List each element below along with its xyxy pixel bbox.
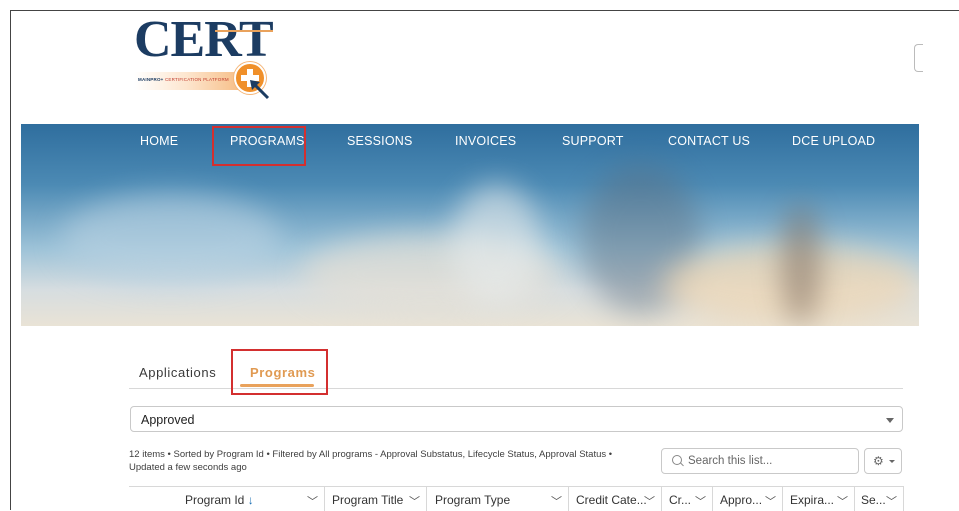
- chevron-down-icon[interactable]: ﹀: [409, 493, 420, 509]
- list-info: 12 items • Sorted by Program Id • Filter…: [129, 448, 649, 474]
- search-icon: [672, 455, 682, 465]
- status-filter-value: Approved: [141, 413, 195, 427]
- hero-banner: HOME PROGRAMS SESSIONS INVOICES SUPPORT …: [21, 124, 919, 326]
- column-label: Program Id ↓: [185, 493, 254, 507]
- column-label: Program Type: [435, 493, 511, 507]
- chevron-down-icon[interactable]: ﹀: [886, 493, 897, 509]
- column-label: Appro...: [720, 493, 763, 507]
- list-info-updated: Updated a few seconds ago: [129, 462, 247, 473]
- list-settings-button[interactable]: ⚙: [864, 448, 902, 474]
- nav-active-underline: [215, 30, 273, 32]
- highlight-box-tab-programs: [231, 349, 328, 395]
- tab-applications[interactable]: Applications: [139, 365, 216, 380]
- cursor-arrow-icon: [250, 80, 270, 100]
- cert-logo[interactable]: CERT MAINPRO+ CERTIFICATION PLATFORM: [134, 14, 274, 100]
- search-placeholder: Search this list...: [688, 455, 773, 467]
- column-label: Credit Cate...: [576, 493, 647, 507]
- logo-tagline: MAINPRO+ CERTIFICATION PLATFORM: [138, 77, 229, 82]
- chevron-down-icon[interactable]: ﹀: [765, 493, 776, 509]
- nav-home[interactable]: HOME: [140, 134, 178, 148]
- column-label: Se...: [861, 493, 886, 507]
- chevron-down-icon[interactable]: ﹀: [307, 493, 318, 509]
- list-search-input[interactable]: Search this list...: [661, 448, 859, 474]
- highlight-box-nav-programs: [212, 126, 306, 166]
- column-header-cr[interactable]: Cr... ﹀: [662, 487, 713, 511]
- column-label: Program Title: [332, 493, 404, 507]
- column-label: Expira...: [790, 493, 835, 507]
- list-info-summary: 12 items • Sorted by Program Id • Filter…: [129, 449, 613, 460]
- sort-arrow-icon: ↓: [247, 493, 254, 507]
- table-header: Program Id ↓ ﹀ Program Title ﹀ Program T…: [129, 486, 904, 511]
- caret-down-icon: [886, 418, 894, 423]
- nav-dce-upload[interactable]: DCE UPLOAD: [792, 134, 875, 148]
- gear-icon: ⚙: [873, 454, 884, 468]
- nav-invoices[interactable]: INVOICES: [455, 134, 516, 148]
- chevron-down-icon[interactable]: ﹀: [644, 493, 655, 509]
- chevron-down-icon[interactable]: ﹀: [837, 493, 848, 509]
- nav-support[interactable]: SUPPORT: [562, 134, 624, 148]
- header-edge-control[interactable]: [914, 44, 923, 72]
- column-header-credit-category[interactable]: Credit Cate... ﹀: [569, 487, 662, 511]
- caret-down-icon: [889, 460, 895, 463]
- nav-sessions[interactable]: SESSIONS: [347, 134, 413, 148]
- main-nav: HOME PROGRAMS SESSIONS INVOICES SUPPORT …: [21, 124, 919, 160]
- column-header-program-type[interactable]: Program Type ﹀: [427, 487, 569, 511]
- chevron-down-icon[interactable]: ﹀: [695, 493, 706, 509]
- nav-contact-us[interactable]: CONTACT US: [668, 134, 750, 148]
- column-header-program-title[interactable]: Program Title ﹀: [325, 487, 427, 511]
- column-label: Cr...: [669, 493, 692, 507]
- column-header-expiration[interactable]: Expira... ﹀: [783, 487, 855, 511]
- column-header-se[interactable]: Se... ﹀: [855, 487, 904, 511]
- status-filter-select[interactable]: Approved: [130, 406, 903, 432]
- chevron-down-icon[interactable]: ﹀: [551, 493, 562, 509]
- column-header-program-id[interactable]: Program Id ↓ ﹀: [129, 487, 325, 511]
- column-header-approval[interactable]: Appro... ﹀: [713, 487, 783, 511]
- logo-wordmark: CERT: [134, 11, 274, 68]
